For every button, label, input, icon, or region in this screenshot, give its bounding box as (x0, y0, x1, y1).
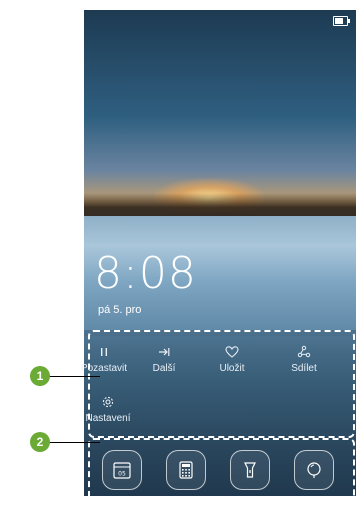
callout-leader-1 (42, 376, 100, 377)
lock-clock: 8:08 (94, 248, 197, 299)
callout-2: 2 (30, 432, 50, 452)
battery-level (335, 18, 343, 24)
callout-leader-2 (42, 442, 100, 443)
shortcuts-highlight (88, 330, 355, 438)
callout-1: 1 (30, 366, 50, 386)
dock-highlight (88, 438, 355, 508)
battery-icon (333, 16, 350, 26)
lock-date: pá 5. pro (98, 304, 142, 316)
